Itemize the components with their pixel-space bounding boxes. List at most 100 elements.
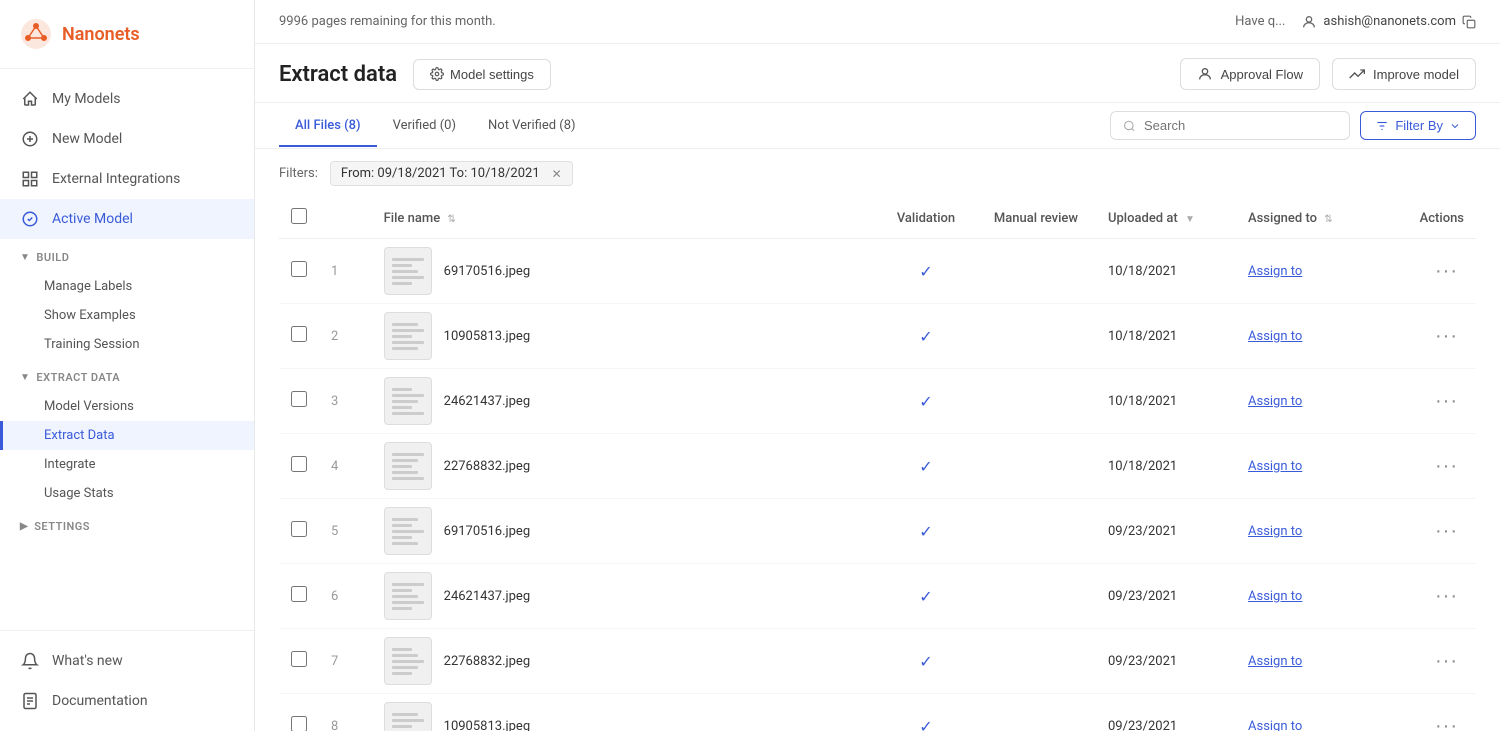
thumb-line xyxy=(392,465,412,468)
sidebar-item-active-model[interactable]: Active Model xyxy=(0,199,254,239)
select-all-checkbox[interactable] xyxy=(291,208,307,224)
assign-to-link[interactable]: Assign to xyxy=(1248,459,1302,474)
assign-to-link[interactable]: Assign to xyxy=(1248,654,1302,669)
sidebar-item-new-model[interactable]: New Model xyxy=(0,119,254,159)
col-header-actions: Actions xyxy=(1396,198,1476,239)
thumbnail-lines xyxy=(386,512,430,551)
documentation-label: Documentation xyxy=(52,693,148,709)
row-checkbox[interactable] xyxy=(291,456,307,472)
more-actions-button[interactable]: ··· xyxy=(1429,455,1464,478)
sidebar-item-documentation[interactable]: Documentation xyxy=(0,681,254,721)
more-actions-button[interactable]: ··· xyxy=(1429,650,1464,673)
sidebar-item-show-examples[interactable]: Show Examples xyxy=(0,301,254,330)
more-actions-button[interactable]: ··· xyxy=(1429,520,1464,543)
table-row: 4 22768832.jpeg ✓ 10/18/2021 Assign to ·… xyxy=(279,434,1476,499)
tab-verified[interactable]: Verified (0) xyxy=(377,106,472,147)
gear-icon xyxy=(430,67,444,81)
assign-to-link[interactable]: Assign to xyxy=(1248,394,1302,409)
assign-to-link[interactable]: Assign to xyxy=(1248,589,1302,604)
sidebar-item-integrate[interactable]: Integrate xyxy=(0,450,254,479)
approval-flow-button[interactable]: Approval Flow xyxy=(1180,58,1320,90)
row-checkbox[interactable] xyxy=(291,521,307,537)
show-examples-label: Show Examples xyxy=(44,308,136,323)
row-checkbox[interactable] xyxy=(291,391,307,407)
date-filter-chip[interactable]: From: 09/18/2021 To: 10/18/2021 ✕ xyxy=(330,161,573,186)
row-checkbox-cell xyxy=(279,369,319,434)
more-actions-button[interactable]: ··· xyxy=(1429,715,1464,731)
grid-icon xyxy=(20,169,40,189)
search-box[interactable] xyxy=(1110,111,1350,140)
validation-check-icon: ✓ xyxy=(919,392,932,411)
row-checkbox[interactable] xyxy=(291,261,307,277)
user-email-area: ashish@nanonets.com xyxy=(1301,14,1476,30)
row-actions: ··· xyxy=(1396,434,1476,499)
sidebar-item-my-models-label: My Models xyxy=(52,91,120,107)
row-checkbox[interactable] xyxy=(291,586,307,602)
row-uploaded-at: 10/18/2021 xyxy=(1096,239,1236,304)
col-header-assigned-to[interactable]: Assigned to ⇅ xyxy=(1236,198,1396,239)
file-thumbnail xyxy=(384,572,432,620)
approval-flow-label: Approval Flow xyxy=(1221,67,1303,82)
assigned-sort-icon: ⇅ xyxy=(1324,214,1332,225)
row-actions: ··· xyxy=(1396,304,1476,369)
improve-model-button[interactable]: Improve model xyxy=(1332,58,1476,90)
thumb-line xyxy=(392,341,424,344)
sidebar-item-my-models[interactable]: My Models xyxy=(0,79,254,119)
more-actions-button[interactable]: ··· xyxy=(1429,325,1464,348)
settings-section-header[interactable]: ▶ SETTINGS xyxy=(20,514,234,539)
row-checkbox[interactable] xyxy=(291,716,307,731)
tab-not-verified[interactable]: Not Verified (8) xyxy=(472,106,592,147)
row-filename-cell: 24621437.jpeg xyxy=(372,369,876,433)
row-checkbox-cell xyxy=(279,304,319,369)
more-actions-button[interactable]: ··· xyxy=(1429,390,1464,413)
filter-by-button[interactable]: Filter By xyxy=(1360,111,1476,140)
row-number: 2 xyxy=(319,304,372,369)
build-section-header[interactable]: ▼ BUILD xyxy=(20,245,234,270)
file-thumbnail xyxy=(384,442,432,490)
row-uploaded-at: 10/18/2021 xyxy=(1096,434,1236,499)
assign-to-link[interactable]: Assign to xyxy=(1248,524,1302,539)
tab-all-files[interactable]: All Files (8) xyxy=(279,106,377,147)
row-validation: ✓ xyxy=(876,304,976,369)
model-settings-button[interactable]: Model settings xyxy=(413,59,551,90)
row-filename: 69170516.jpeg xyxy=(444,524,530,539)
validation-check-icon: ✓ xyxy=(919,327,932,346)
row-number: 3 xyxy=(319,369,372,434)
row-checkbox[interactable] xyxy=(291,326,307,342)
validation-check-icon: ✓ xyxy=(919,652,932,671)
more-actions-button[interactable]: ··· xyxy=(1429,260,1464,283)
sidebar-item-extract-data[interactable]: Extract Data xyxy=(0,421,254,450)
row-assigned-to: Assign to xyxy=(1236,564,1396,629)
settings-section: ▶ SETTINGS xyxy=(0,508,254,541)
row-uploaded-at: 09/23/2021 xyxy=(1096,694,1236,731)
build-collapse-icon: ▼ xyxy=(20,252,30,263)
extract-section-header[interactable]: ▼ EXTRACT DATA xyxy=(20,365,234,390)
sidebar-item-external-integrations[interactable]: External Integrations xyxy=(0,159,254,199)
file-thumbnail xyxy=(384,312,432,360)
search-input[interactable] xyxy=(1144,118,1337,133)
col-manual-review-label: Manual review xyxy=(994,211,1078,226)
assign-to-link[interactable]: Assign to xyxy=(1248,719,1302,731)
table-row: 1 69170516.jpeg ✓ 10/18/2021 Assign to ·… xyxy=(279,239,1476,304)
remove-filter-button[interactable]: ✕ xyxy=(552,167,562,181)
assign-to-link[interactable]: Assign to xyxy=(1248,329,1302,344)
col-header-filename[interactable]: File name ⇅ xyxy=(372,198,876,239)
sidebar-item-whats-new[interactable]: What's new xyxy=(0,641,254,681)
col-header-uploaded-at[interactable]: Uploaded at ▼ xyxy=(1096,198,1236,239)
row-filename: 24621437.jpeg xyxy=(444,589,530,604)
assign-to-link[interactable]: Assign to xyxy=(1248,264,1302,279)
sidebar-item-model-versions[interactable]: Model Versions xyxy=(0,392,254,421)
settings-expand-icon: ▶ xyxy=(20,521,28,532)
sidebar: Nanonets My Models New Model External In… xyxy=(0,0,255,731)
row-checkbox[interactable] xyxy=(291,651,307,667)
sidebar-nav: My Models New Model External Integration… xyxy=(0,69,254,630)
row-filename-cell: 10905813.jpeg xyxy=(372,304,876,368)
row-manual-review xyxy=(976,239,1096,304)
thumb-line xyxy=(392,530,424,533)
thumb-line xyxy=(392,589,412,592)
file-thumbnail xyxy=(384,377,432,425)
sidebar-item-manage-labels[interactable]: Manage Labels xyxy=(0,272,254,301)
more-actions-button[interactable]: ··· xyxy=(1429,585,1464,608)
sidebar-item-usage-stats[interactable]: Usage Stats xyxy=(0,479,254,508)
sidebar-item-training-session[interactable]: Training Session xyxy=(0,330,254,359)
